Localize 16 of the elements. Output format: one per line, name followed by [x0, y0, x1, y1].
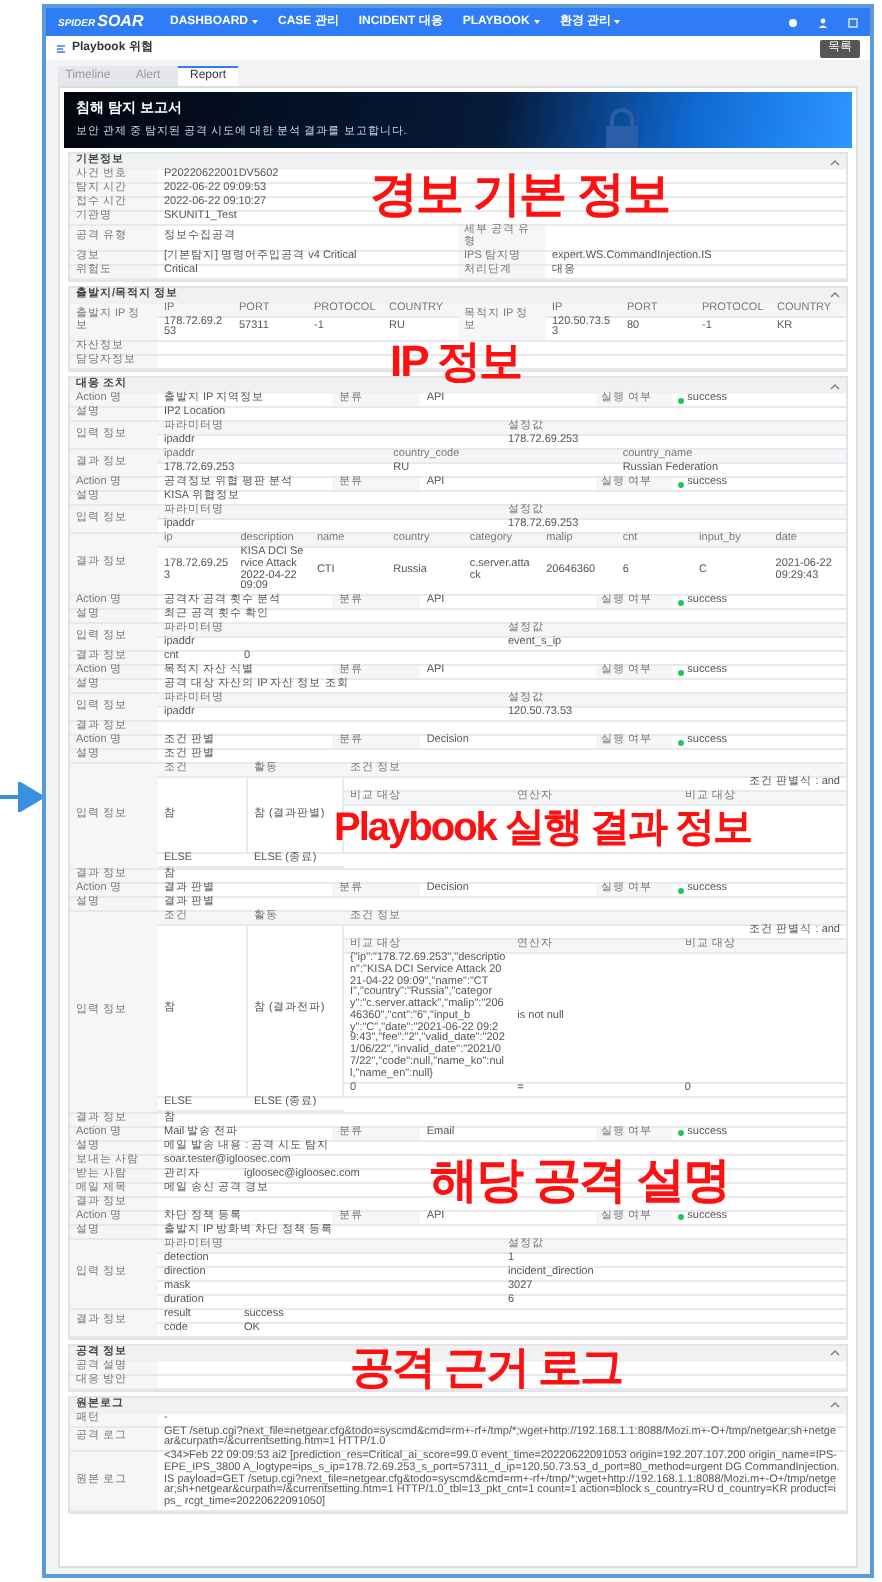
collapse-icon[interactable]: [830, 383, 840, 390]
collapse-icon[interactable]: [830, 159, 840, 165]
collapse-icon[interactable]: [830, 1402, 840, 1409]
annotation-label: 공격 근거 로그: [350, 1345, 623, 1390]
annotation-label: IP 정보: [390, 340, 522, 385]
playbook-icon: [56, 43, 66, 53]
caret-icon: [252, 20, 258, 24]
caret-icon: [614, 20, 621, 24]
logout-icon[interactable]: [848, 17, 858, 27]
user-icon[interactable]: [818, 17, 828, 27]
lock-icon: [600, 108, 644, 148]
collapse-icon[interactable]: [830, 292, 840, 299]
caret-icon: [533, 20, 540, 24]
settings-icon[interactable]: [788, 17, 798, 27]
pointer-arrow-icon: [0, 782, 42, 812]
collapse-icon[interactable]: [830, 1350, 840, 1357]
